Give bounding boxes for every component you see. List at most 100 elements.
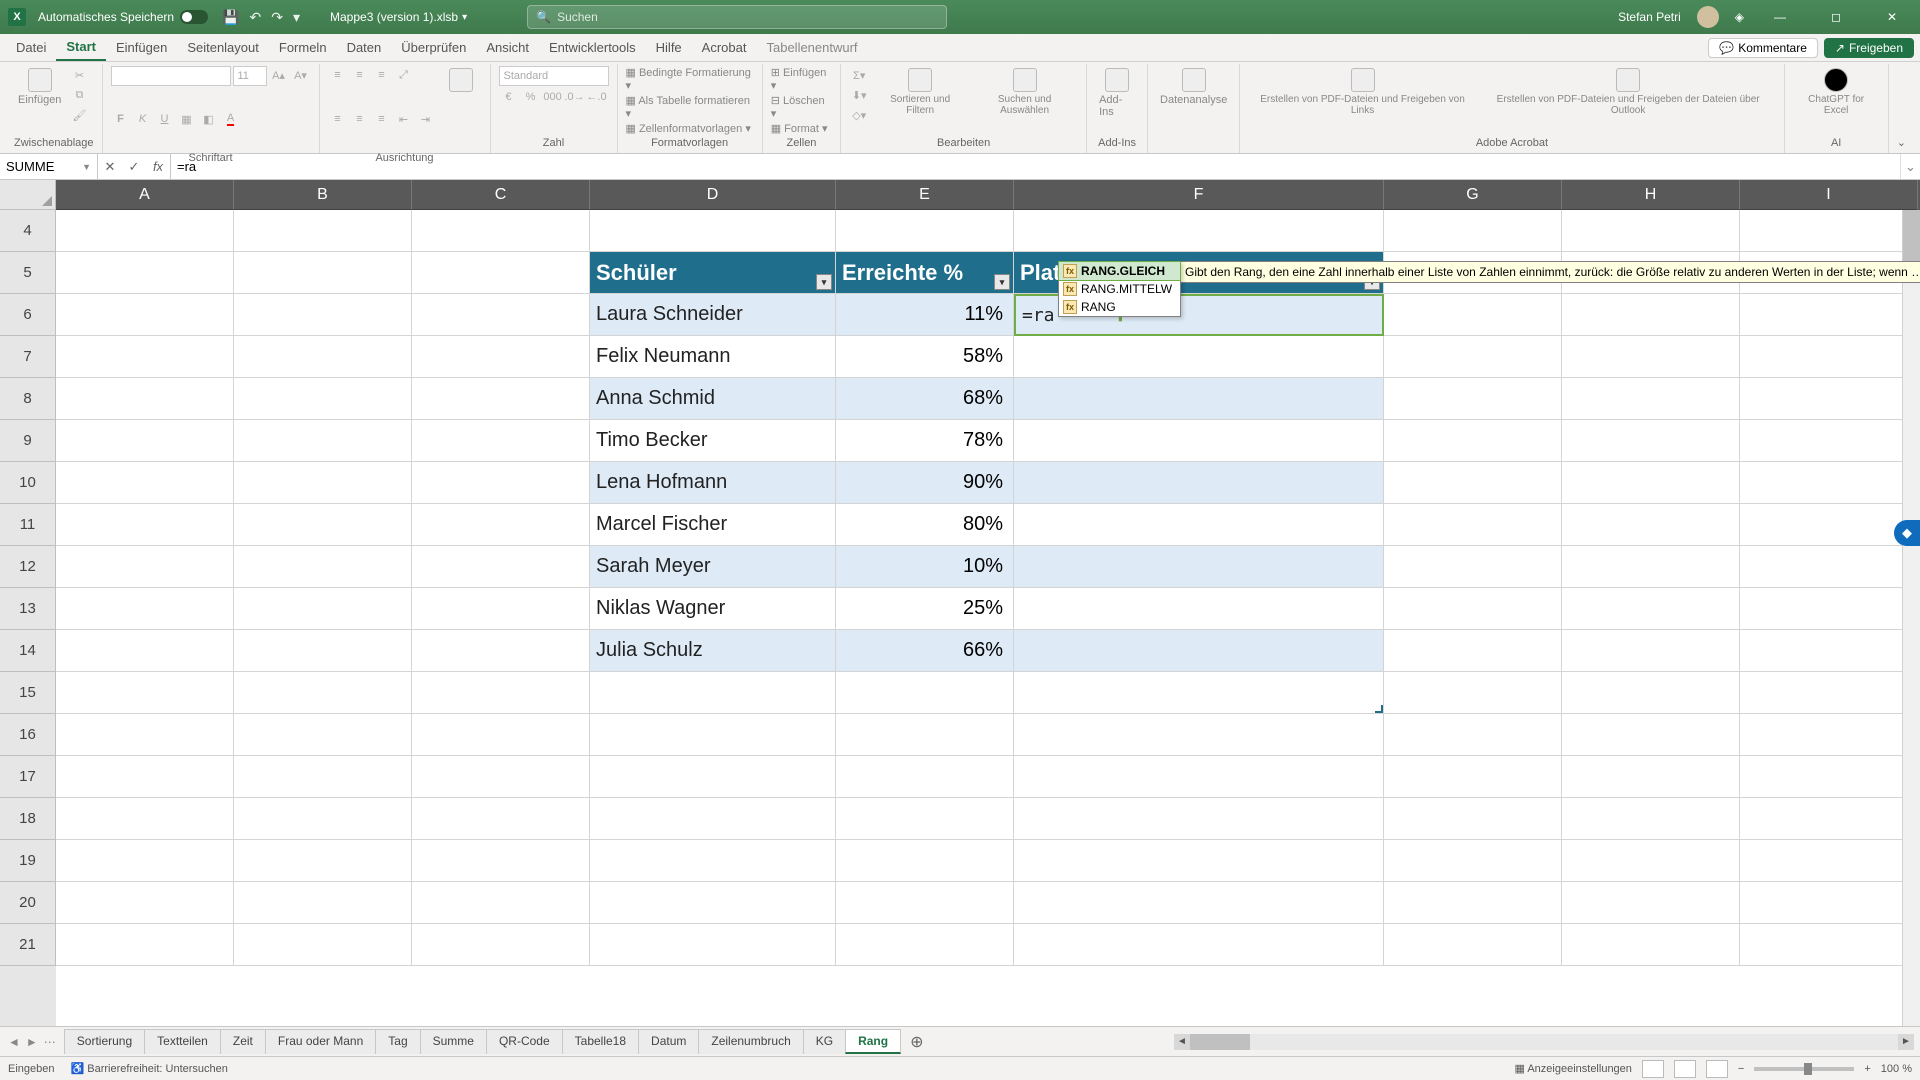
row-header[interactable]: 21	[0, 924, 56, 966]
cell-D5[interactable]: Schüler▾	[590, 252, 836, 294]
cell-D7[interactable]: Felix Neumann	[590, 336, 836, 378]
filename[interactable]: Mappe3 (version 1).xlsb ▾	[330, 10, 467, 24]
cell-E18[interactable]	[836, 798, 1014, 840]
column-header-H[interactable]: H	[1562, 180, 1740, 210]
row-header[interactable]: 20	[0, 882, 56, 924]
cell-D16[interactable]	[590, 714, 836, 756]
cell-C9[interactable]	[412, 420, 590, 462]
filter-button[interactable]: ▾	[994, 274, 1010, 290]
cell-D4[interactable]	[590, 210, 836, 252]
cell-B13[interactable]	[234, 588, 412, 630]
cell-C18[interactable]	[412, 798, 590, 840]
close-button[interactable]: ✕	[1872, 10, 1912, 24]
cell-E12[interactable]: 10%	[836, 546, 1014, 588]
page-break-view-icon[interactable]	[1706, 1060, 1728, 1078]
cell-H7[interactable]	[1562, 336, 1740, 378]
column-headers[interactable]: ABCDEFGHI	[56, 180, 1920, 210]
cell-H4[interactable]	[1562, 210, 1740, 252]
cell-B11[interactable]	[234, 504, 412, 546]
cell-G19[interactable]	[1384, 840, 1562, 882]
cell-I16[interactable]	[1740, 714, 1918, 756]
cell-A17[interactable]	[56, 756, 234, 798]
cell-I9[interactable]	[1740, 420, 1918, 462]
cell-H21[interactable]	[1562, 924, 1740, 966]
find-select-button[interactable]: Suchen und Auswählen	[971, 66, 1078, 118]
cell-I11[interactable]	[1740, 504, 1918, 546]
side-panel-toggle-icon[interactable]: ◆	[1894, 520, 1920, 546]
cell-H18[interactable]	[1562, 798, 1740, 840]
sheet-nav-prev-icon[interactable]: ◄	[8, 1035, 20, 1049]
cell-C19[interactable]	[412, 840, 590, 882]
cell-D8[interactable]: Anna Schmid	[590, 378, 836, 420]
wrap-merge[interactable]	[440, 66, 482, 94]
cell-D19[interactable]	[590, 840, 836, 882]
cell-H12[interactable]	[1562, 546, 1740, 588]
cell-C7[interactable]	[412, 336, 590, 378]
cell-F15[interactable]	[1014, 672, 1384, 714]
cell-I18[interactable]	[1740, 798, 1918, 840]
search-box[interactable]: 🔍 Suchen	[527, 5, 947, 29]
orientation-icon[interactable]: ⤢	[394, 66, 414, 84]
cell-H9[interactable]	[1562, 420, 1740, 462]
select-all-button[interactable]	[0, 180, 56, 210]
sheet-tab-sortierung[interactable]: Sortierung	[64, 1029, 145, 1054]
page-layout-view-icon[interactable]	[1674, 1060, 1696, 1078]
cell-F4[interactable]	[1014, 210, 1384, 252]
zoom-slider[interactable]	[1754, 1067, 1854, 1071]
sheet-tab-qr-code[interactable]: QR-Code	[486, 1029, 563, 1054]
cell-F11[interactable]	[1014, 504, 1384, 546]
cell-B14[interactable]	[234, 630, 412, 672]
cell-I21[interactable]	[1740, 924, 1918, 966]
cell-B10[interactable]	[234, 462, 412, 504]
cell-I17[interactable]	[1740, 756, 1918, 798]
cell-F19[interactable]	[1014, 840, 1384, 882]
cell-F18[interactable]	[1014, 798, 1384, 840]
cell-C10[interactable]	[412, 462, 590, 504]
cell-G20[interactable]	[1384, 882, 1562, 924]
cell-D20[interactable]	[590, 882, 836, 924]
align-mid-icon[interactable]: ≡	[350, 66, 370, 84]
pdf-share-outlook-button[interactable]: Erstellen von PDF-Dateien und Freigeben …	[1481, 66, 1776, 118]
cell-I6[interactable]	[1740, 294, 1918, 336]
align-top-icon[interactable]: ≡	[328, 66, 348, 84]
cell-G4[interactable]	[1384, 210, 1562, 252]
sheet-nav-more-icon[interactable]: ⋯	[44, 1035, 56, 1049]
percent-icon[interactable]: %	[521, 88, 541, 106]
border-icon[interactable]: ▦	[177, 110, 197, 128]
cell-D13[interactable]: Niklas Wagner	[590, 588, 836, 630]
indent-inc-icon[interactable]: ⇥	[416, 110, 436, 128]
cell-A12[interactable]	[56, 546, 234, 588]
cell-C20[interactable]	[412, 882, 590, 924]
cell-E5[interactable]: Erreichte %▾	[836, 252, 1014, 294]
sheet-tab-summe[interactable]: Summe	[420, 1029, 487, 1054]
column-header-I[interactable]: I	[1740, 180, 1918, 210]
cell-C5[interactable]	[412, 252, 590, 294]
chevron-down-icon[interactable]: ▼	[82, 162, 91, 172]
cell-D10[interactable]: Lena Hofmann	[590, 462, 836, 504]
cell-G6[interactable]	[1384, 294, 1562, 336]
cell-I20[interactable]	[1740, 882, 1918, 924]
expand-formula-bar-icon[interactable]: ⌄	[1900, 154, 1920, 179]
cell-G11[interactable]	[1384, 504, 1562, 546]
ribbon-tab-einfügen[interactable]: Einfügen	[106, 34, 177, 61]
align-right-icon[interactable]: ≡	[372, 110, 392, 128]
paste-button[interactable]: Einfügen	[14, 66, 65, 108]
align-left-icon[interactable]: ≡	[328, 110, 348, 128]
decrease-font-icon[interactable]: A▾	[291, 66, 311, 84]
cell-F17[interactable]	[1014, 756, 1384, 798]
insert-cells-button[interactable]: ⊞ Einfügen ▾	[771, 66, 833, 92]
cell-D12[interactable]: Sarah Meyer	[590, 546, 836, 588]
cell-E16[interactable]	[836, 714, 1014, 756]
cell-F20[interactable]	[1014, 882, 1384, 924]
cell-I8[interactable]	[1740, 378, 1918, 420]
cell-A15[interactable]	[56, 672, 234, 714]
cell-A16[interactable]	[56, 714, 234, 756]
align-bot-icon[interactable]: ≡	[372, 66, 392, 84]
cell-I13[interactable]	[1740, 588, 1918, 630]
cell-D21[interactable]	[590, 924, 836, 966]
column-header-G[interactable]: G	[1384, 180, 1562, 210]
cell-E11[interactable]: 80%	[836, 504, 1014, 546]
underline-icon[interactable]: U	[155, 110, 175, 128]
sheet-tab-zeit[interactable]: Zeit	[220, 1029, 266, 1054]
cell-F16[interactable]	[1014, 714, 1384, 756]
